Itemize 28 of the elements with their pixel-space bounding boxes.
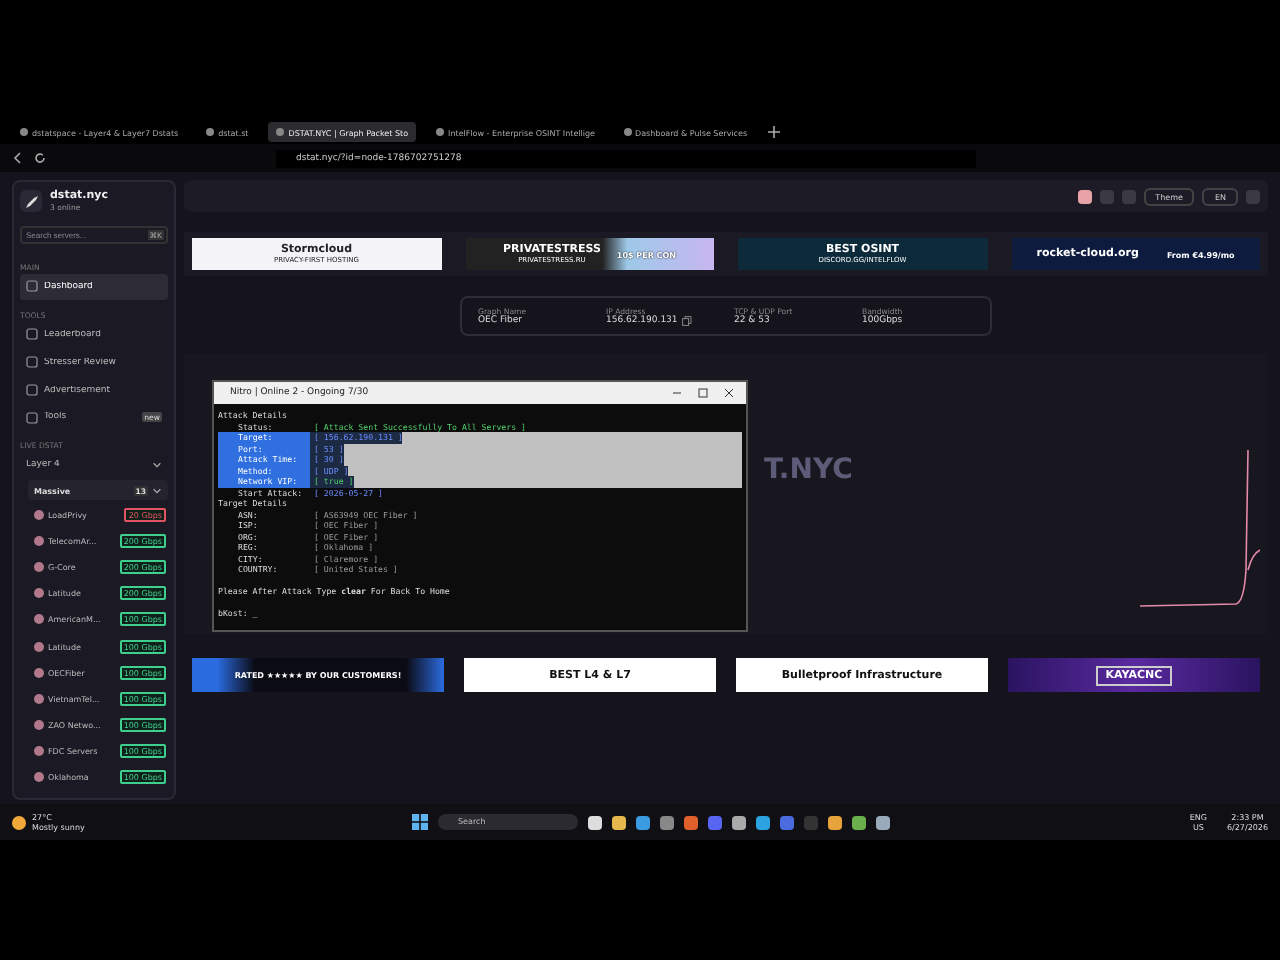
close-icon[interactable] bbox=[724, 388, 734, 398]
minimize-icon[interactable] bbox=[672, 388, 682, 398]
watermark-text: T.NYC bbox=[764, 454, 853, 486]
chevron-icon bbox=[152, 485, 162, 496]
flag-icon bbox=[34, 535, 44, 546]
square-icon bbox=[26, 356, 38, 369]
flag-icon bbox=[34, 641, 44, 652]
square-icon bbox=[26, 411, 38, 424]
flag-icon bbox=[34, 772, 44, 783]
maximize-icon[interactable] bbox=[698, 388, 708, 398]
flag-icon bbox=[34, 720, 44, 731]
flag-icon bbox=[34, 667, 44, 678]
flag-icon bbox=[34, 746, 44, 757]
square-icon bbox=[26, 384, 38, 397]
flag-icon bbox=[34, 562, 44, 573]
square-icon bbox=[26, 280, 38, 293]
flag-icon bbox=[34, 509, 44, 520]
start-icon[interactable] bbox=[412, 814, 428, 830]
flag-icon bbox=[34, 614, 44, 625]
back-icon[interactable] bbox=[12, 152, 24, 164]
square-icon bbox=[26, 328, 38, 341]
copy-icon[interactable] bbox=[681, 316, 692, 326]
reload-icon[interactable] bbox=[34, 152, 46, 164]
sun-icon bbox=[12, 815, 26, 829]
flag-icon bbox=[34, 588, 44, 599]
new-tab-icon[interactable] bbox=[767, 126, 780, 138]
flag-icon bbox=[34, 693, 44, 704]
chevron-icon bbox=[152, 460, 162, 471]
